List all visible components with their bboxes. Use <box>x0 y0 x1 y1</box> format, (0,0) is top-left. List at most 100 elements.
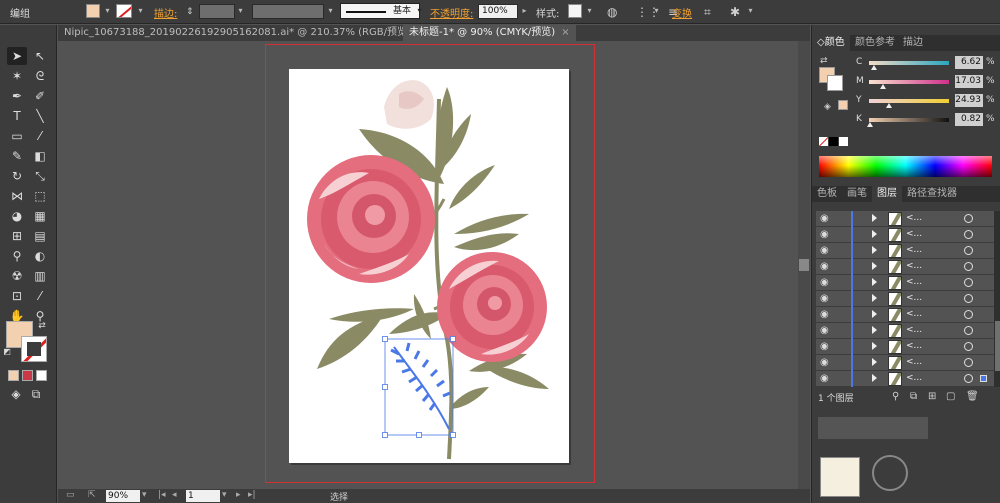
stroke-dropdown-icon[interactable]: ▾ <box>136 5 145 16</box>
expand-triangle-icon[interactable] <box>872 374 877 382</box>
target-icon[interactable] <box>964 214 973 223</box>
clipping-mask-icon[interactable]: ⧉ <box>910 390 917 404</box>
fill-dropdown-icon[interactable]: ▾ <box>103 5 112 16</box>
artboard-nav-icon[interactable]: ▭ <box>66 490 75 500</box>
slider-track[interactable] <box>869 99 949 103</box>
perspective-grid-tool-icon[interactable]: ▦ <box>30 207 50 225</box>
type-tool-icon[interactable]: T <box>7 107 27 125</box>
cyan-slider[interactable]: C 6.62 % <box>856 56 1000 70</box>
layer-name[interactable]: <... <box>906 277 922 287</box>
layer-row[interactable]: ◉ <... <box>816 291 994 307</box>
expand-triangle-icon[interactable] <box>872 294 877 302</box>
bbox-handle[interactable] <box>416 432 422 438</box>
slider-track[interactable] <box>869 118 949 122</box>
eye-icon[interactable]: ◉ <box>820 213 829 224</box>
layer-row[interactable]: ◉ <... <box>816 275 994 291</box>
expand-triangle-icon[interactable] <box>872 358 877 366</box>
curvature-tool-icon[interactable]: ✐ <box>30 87 50 105</box>
pen-tool-icon[interactable]: ✒ <box>7 87 27 105</box>
graphic-style-swatch[interactable] <box>568 4 582 18</box>
rectangle-tool-icon[interactable]: ▭ <box>7 127 27 145</box>
zoom-dropdown-icon[interactable]: ▾ <box>142 490 147 500</box>
selection-tool-icon[interactable]: ➤ <box>7 47 27 65</box>
tab-untitled-document[interactable]: 未标题-1* @ 90% (CMYK/预览) × <box>403 25 576 41</box>
stroke-weight-dropdown-icon[interactable]: ▾ <box>236 5 245 16</box>
magenta-slider[interactable]: M 17.03 % <box>856 75 1000 89</box>
layer-row[interactable]: ◉ <... <box>816 307 994 323</box>
white-swatch[interactable] <box>839 137 848 146</box>
none-mode-icon[interactable] <box>36 370 47 381</box>
new-layer-icon[interactable]: ▢ <box>946 390 955 404</box>
stroke-link[interactable]: 描边: <box>154 5 177 20</box>
panel-stroke-swatch[interactable] <box>827 75 843 91</box>
swap-colors-icon[interactable]: ⇄ <box>36 317 48 335</box>
new-sublayer-icon[interactable]: ⊞ <box>928 390 936 404</box>
locate-object-icon[interactable]: ⚲ <box>892 390 899 404</box>
variable-width-field[interactable] <box>252 4 324 19</box>
free-transform-tool-icon[interactable]: ⬚ <box>30 187 50 205</box>
black-swatch[interactable] <box>829 137 838 146</box>
expand-triangle-icon[interactable] <box>872 278 877 286</box>
column-graph-tool-icon[interactable]: ▥ <box>30 267 50 285</box>
target-icon[interactable] <box>964 310 973 319</box>
opacity-field[interactable]: 100% <box>478 4 518 19</box>
canvas-area[interactable] <box>58 41 798 489</box>
gamut-swatch[interactable] <box>838 100 848 110</box>
artboard[interactable] <box>289 69 569 463</box>
first-artboard-icon[interactable]: |◂ <box>158 490 166 500</box>
eye-icon[interactable]: ◉ <box>820 245 829 256</box>
layer-name[interactable]: <... <box>906 373 922 383</box>
eye-icon[interactable]: ◉ <box>820 325 829 336</box>
prev-artboard-icon[interactable]: ◂ <box>172 490 177 500</box>
rotate-tool-icon[interactable]: ↻ <box>7 167 27 185</box>
layer-row[interactable]: ◉ <... <box>816 211 994 227</box>
eye-icon[interactable]: ◉ <box>820 309 829 320</box>
flower-artwork[interactable] <box>289 69 569 463</box>
target-icon[interactable] <box>964 342 973 351</box>
isolate-icon[interactable]: ⌗ <box>704 5 711 19</box>
artboard-number-field[interactable]: 1 <box>186 490 220 502</box>
layers-scrollbar[interactable] <box>994 211 1000 387</box>
target-icon[interactable] <box>964 374 973 383</box>
layer-row[interactable]: ◉ <... <box>816 339 994 355</box>
gradient-mode-icon[interactable] <box>22 370 33 381</box>
tab-color[interactable]: ◇颜色 <box>812 35 850 51</box>
eyedropper-tool-icon[interactable]: ⚲ <box>7 247 27 265</box>
blend-tool-icon[interactable]: ◐ <box>30 247 50 265</box>
transform-link[interactable]: 变换 <box>672 5 692 20</box>
stroke-swatch[interactable] <box>116 4 132 18</box>
yellow-slider[interactable]: Y 24.93 % <box>856 94 1000 108</box>
bbox-handle[interactable] <box>382 336 388 342</box>
expand-triangle-icon[interactable] <box>872 230 877 238</box>
slider-value[interactable]: 17.03 <box>955 75 983 88</box>
target-icon[interactable] <box>964 294 973 303</box>
bbox-handle[interactable] <box>382 384 388 390</box>
slider-value[interactable]: 0.82 <box>955 113 983 126</box>
tab-stroke[interactable]: 描边 <box>898 35 928 51</box>
slice-tool-icon[interactable]: ⁄ <box>30 287 50 305</box>
style-dropdown-icon[interactable]: ▾ <box>585 5 594 16</box>
width-tool-icon[interactable]: ⋈ <box>7 187 27 205</box>
layer-name[interactable]: <... <box>906 245 922 255</box>
default-colors-icon[interactable]: ◩ <box>2 343 12 361</box>
tab-brushes[interactable]: 画笔 <box>842 186 872 202</box>
stroke-weight-field[interactable] <box>199 4 235 19</box>
line-tool-icon[interactable]: ╲ <box>30 107 50 125</box>
expand-triangle-icon[interactable] <box>872 310 877 318</box>
slider-knob[interactable] <box>885 103 892 108</box>
bbox-handle[interactable] <box>450 336 456 342</box>
variable-width-dropdown-icon[interactable]: ▾ <box>326 5 335 16</box>
color-spectrum[interactable] <box>819 156 992 177</box>
layer-name[interactable]: <... <box>906 213 922 223</box>
eraser-tool-icon[interactable]: ◧ <box>30 147 50 165</box>
export-icon[interactable]: ⇱ <box>88 490 96 500</box>
close-icon[interactable]: × <box>561 27 569 38</box>
bbox-handle[interactable] <box>450 432 456 438</box>
eye-icon[interactable]: ◉ <box>820 261 829 272</box>
layer-name[interactable]: <... <box>906 229 922 239</box>
brush-dropdown-icon[interactable]: ▾ <box>415 5 424 16</box>
layer-row[interactable]: ◉ <... <box>816 323 994 339</box>
slider-knob[interactable] <box>879 84 886 89</box>
tab-pathfinder[interactable]: 路径查找器 <box>902 186 962 202</box>
slider-knob[interactable] <box>871 65 878 70</box>
